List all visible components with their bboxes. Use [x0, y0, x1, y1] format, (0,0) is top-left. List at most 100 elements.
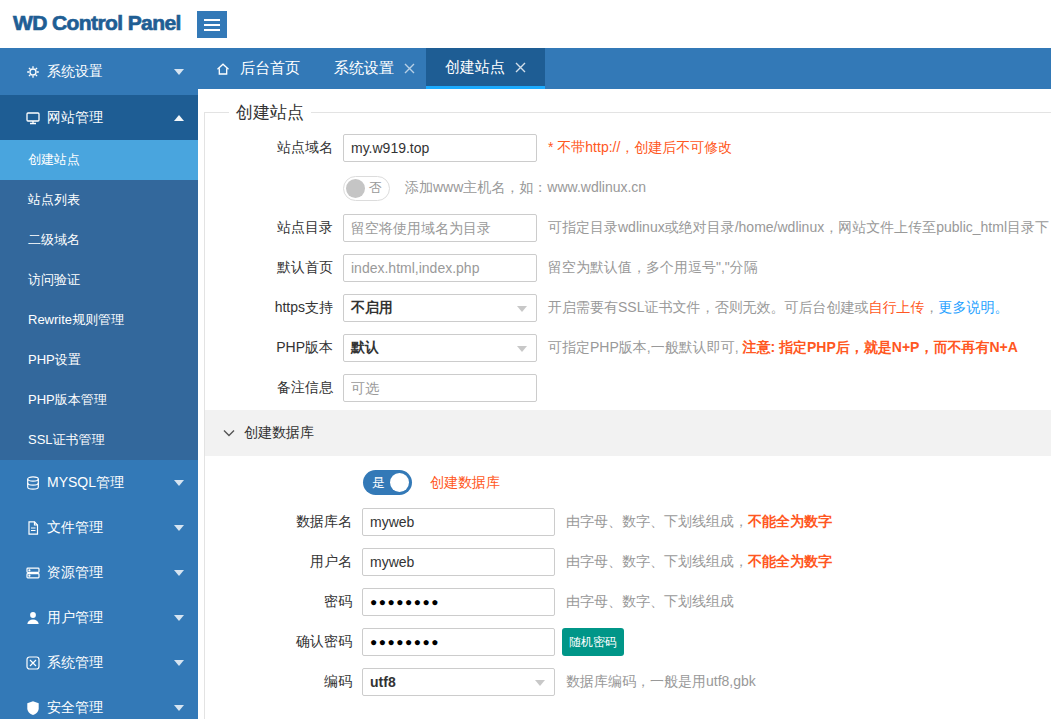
field-hint: * 不带http://，创建后不可修改: [548, 139, 732, 157]
hint-text: ，: [924, 299, 938, 315]
hint-text: 由字母、数字、下划线组成，: [566, 553, 748, 569]
form-row-www-toggle: 否 添加www主机名，如：www.wdlinux.cn: [205, 168, 1051, 208]
monitor-icon: [25, 110, 41, 126]
hint-text: 由字母、数字、下划线组成，: [566, 513, 748, 529]
random-password-button[interactable]: 随机密码: [562, 628, 624, 656]
site-domain-input[interactable]: [343, 134, 537, 162]
home-icon: [215, 61, 231, 77]
toggle-knob: [390, 473, 409, 492]
sidebar-item-security-mgmt[interactable]: 安全管理: [0, 685, 198, 719]
sidebar-item-resource-mgmt[interactable]: 资源管理: [0, 550, 198, 595]
sidebar-item-system-settings[interactable]: 系统设置: [0, 48, 198, 95]
field-label: 编码: [205, 673, 352, 691]
form-row-domain: 站点域名 * 不带http://，创建后不可修改: [205, 128, 1051, 168]
field-label: 站点目录: [205, 219, 333, 237]
https-select[interactable]: 不启用: [343, 294, 537, 322]
form-row-index: 默认首页 留空为默认值，多个用逗号","分隔: [205, 248, 1051, 288]
hint-text: 开启需要有SSL证书文件，否则无效。可后台创建或: [548, 299, 868, 315]
chevron-down-icon: [535, 680, 545, 686]
more-info-link[interactable]: 更多说明: [938, 299, 994, 315]
sidebar-item-system-mgmt[interactable]: 系统管理: [0, 640, 198, 685]
field-hint: 可指定目录wdlinux或绝对目录/home/wdlinux，网站文件上传至pu…: [548, 219, 1049, 237]
sidebar-item-file-mgmt[interactable]: 文件管理: [0, 505, 198, 550]
db-password-input[interactable]: [362, 588, 555, 616]
field-label: 备注信息: [205, 379, 333, 397]
site-dir-input[interactable]: [343, 214, 537, 242]
chevron-down-icon: [174, 525, 184, 531]
field-label: 默认首页: [205, 259, 333, 277]
file-icon: [25, 520, 41, 536]
charset-select[interactable]: utf8: [362, 668, 555, 696]
chevron-down-icon: [174, 615, 184, 621]
sidebar-item-website-mgmt[interactable]: 网站管理: [0, 95, 198, 140]
field-hint: 开启需要有SSL证书文件，否则无效。可后台创建或自行上传，更多说明。: [548, 299, 1008, 317]
chevron-down-icon: [517, 346, 527, 352]
field-hint: 留空为默认值，多个用逗号","分隔: [548, 259, 758, 277]
select-value: 默认: [351, 339, 379, 357]
sidebar-subitem-rewrite[interactable]: Rewrite规则管理: [0, 300, 198, 340]
db-section-header[interactable]: 创建数据库: [205, 410, 1051, 456]
sidebar-item-user-mgmt[interactable]: 用户管理: [0, 595, 198, 640]
tab-label: 系统设置: [334, 59, 394, 78]
chevron-up-icon: [174, 115, 184, 121]
panel-title: 创建站点: [229, 101, 311, 124]
hint-text: 。: [994, 299, 1008, 315]
note-input[interactable]: [343, 374, 537, 402]
user-icon: [25, 610, 41, 626]
hint-warning: 不能全为数字: [748, 513, 832, 529]
sidebar-item-label: 文件管理: [47, 519, 103, 537]
tab-system-settings[interactable]: 系统设置: [317, 48, 432, 89]
sidebar-subitem-site-list[interactable]: 站点列表: [0, 180, 198, 220]
sidebar-item-label: 系统设置: [47, 63, 103, 81]
form-row-dbname: 数据库名 由字母、数字、下划线组成，不能全为数字: [205, 502, 1051, 542]
sidebar-subitem-php-settings[interactable]: PHP设置: [0, 340, 198, 380]
field-label: 站点域名: [205, 139, 333, 157]
app-logo: WD Control Panel: [13, 11, 181, 35]
sidebar-item-label: 用户管理: [47, 609, 103, 627]
www-toggle[interactable]: 否: [343, 176, 390, 201]
tools-icon: [25, 655, 41, 671]
sidebar-subitem-php-version[interactable]: PHP版本管理: [0, 380, 198, 420]
sidebar-item-label: 网站管理: [47, 109, 103, 127]
create-site-panel: 创建站点 站点域名 * 不带http://，创建后不可修改 否 添加www主机名…: [204, 101, 1051, 719]
tab-label: 创建站点: [445, 58, 505, 77]
tab-label: 后台首页: [240, 59, 300, 78]
field-label: https支持: [205, 299, 333, 317]
tab-create-site[interactable]: 创建站点: [426, 48, 545, 89]
db-name-input[interactable]: [362, 508, 555, 536]
toggle-knob: [346, 179, 365, 198]
gear-icon: [25, 64, 41, 80]
field-label: 确认密码: [205, 633, 352, 651]
db-password-confirm-input[interactable]: [362, 628, 555, 656]
field-label: 用户名: [205, 553, 352, 571]
db-toggle-row: 是 创建数据库: [205, 470, 1051, 495]
tab-home[interactable]: 后台首页: [198, 48, 317, 89]
sidebar-subitem-access-auth[interactable]: 访问验证: [0, 260, 198, 300]
chevron-down-icon: [174, 69, 184, 75]
sidebar-item-mysql-mgmt[interactable]: MYSQL管理: [0, 460, 198, 505]
hint-warning: 注意: 指定PHP后，就是N+P，而不再有N+A: [742, 339, 1017, 355]
close-icon[interactable]: [515, 62, 526, 73]
sidebar-subitem-subdomain[interactable]: 二级域名: [0, 220, 198, 260]
chevron-down-icon: [174, 660, 184, 666]
server-icon: [25, 565, 41, 581]
sidebar-subitem-ssl-cert[interactable]: SSL证书管理: [0, 420, 198, 460]
sidebar-subitem-create-site[interactable]: 创建站点: [0, 140, 198, 180]
create-db-toggle[interactable]: 是: [363, 470, 412, 495]
db-user-input[interactable]: [362, 548, 555, 576]
field-hint: 可指定PHP版本,一般默认即可, 注意: 指定PHP后，就是N+P，而不再有N+…: [548, 339, 1018, 357]
create-db-label: 创建数据库: [430, 474, 500, 492]
field-hint: 添加www主机名，如：www.wdlinux.cn: [405, 179, 646, 197]
chevron-down-icon: [174, 570, 184, 576]
chevron-down-icon: [174, 705, 184, 711]
form-row-charset: 编码 utf8 数据库编码，一般是用utf8,gbk: [205, 662, 1051, 702]
php-version-select[interactable]: 默认: [343, 334, 537, 362]
select-value: 不启用: [351, 299, 393, 317]
upload-cert-link[interactable]: 自行上传: [868, 299, 924, 315]
field-label: 密码: [205, 593, 352, 611]
default-index-input[interactable]: [343, 254, 537, 282]
close-icon[interactable]: [404, 63, 415, 74]
menu-toggle-button[interactable]: [197, 11, 227, 38]
tab-bar: 后台首页 系统设置 创建站点: [198, 48, 1051, 89]
app-header: WD Control Panel: [0, 0, 1051, 48]
